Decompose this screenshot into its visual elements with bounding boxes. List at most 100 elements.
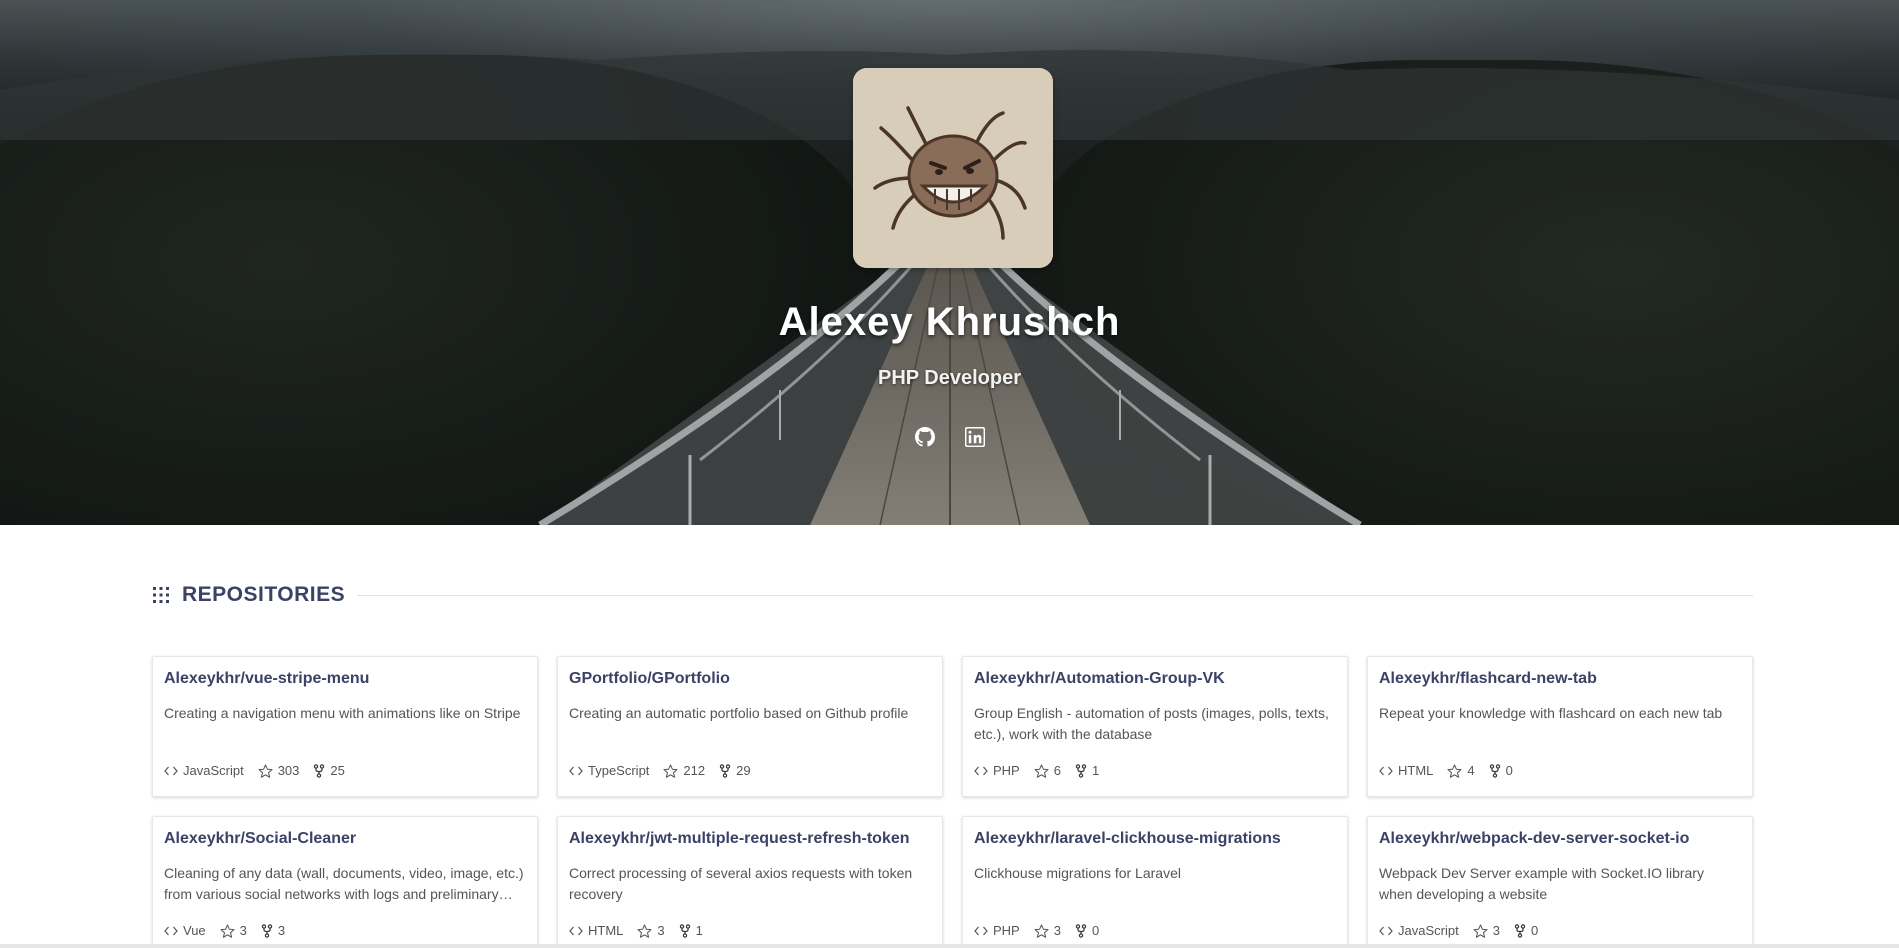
repository-description: Correct processing of several axios requ… (569, 865, 913, 902)
forks: 0 (1075, 923, 1099, 938)
language: HTML (569, 923, 623, 938)
repository-description: Group English - automation of posts (ima… (974, 705, 1329, 742)
star-icon (663, 763, 678, 778)
code-icon (1379, 766, 1393, 775)
avatar (853, 68, 1053, 268)
repository-title[interactable]: Alexeykhr/jwt-multiple-request-refresh-t… (569, 829, 930, 849)
stars: 303 (258, 763, 300, 778)
forks: 25 (313, 763, 345, 778)
grid-dots-icon (153, 587, 169, 603)
forks-count: 25 (330, 763, 345, 778)
code-icon (974, 766, 988, 775)
language: JavaScript (1379, 923, 1459, 938)
repository-description: Cleaning of any data (wall, documents, v… (164, 865, 524, 902)
repository-title[interactable]: Alexeykhr/Social-Cleaner (164, 829, 525, 849)
language-label: HTML (588, 923, 624, 938)
star-icon (1034, 923, 1049, 938)
profile-name: Alexey Khrushch (778, 300, 1121, 344)
bottom-scroll-edge (0, 944, 1899, 948)
language-label: JavaScript (183, 763, 244, 778)
fork-icon (1075, 923, 1087, 938)
language: TypeScript (569, 763, 649, 778)
language: PHP (974, 923, 1020, 938)
forks-count: 1 (1091, 763, 1100, 778)
repository-card[interactable]: Alexeykhr/vue-stripe-menu Creating a nav… (152, 656, 538, 797)
stars-count: 4 (1467, 763, 1475, 778)
repository-card[interactable]: Alexeykhr/webpack-dev-server-socket-io W… (1367, 816, 1753, 948)
repository-card[interactable]: Alexeykhr/Automation-Group-VK Group Engl… (962, 656, 1348, 797)
repository-card[interactable]: Alexeykhr/Social-Cleaner Cleaning of any… (152, 816, 538, 948)
forks-count: 1 (695, 923, 703, 938)
code-icon (569, 766, 583, 775)
fork-icon (1514, 923, 1526, 938)
spider-avatar-icon (853, 68, 1053, 268)
repository-card[interactable]: GPortfolio/GPortfolio Creating an automa… (557, 656, 943, 797)
star-icon (637, 923, 652, 938)
code-icon (569, 926, 583, 935)
repository-meta: HTML 3 1 (569, 923, 717, 938)
forks: 1 (679, 923, 703, 938)
forks: 1 (1075, 763, 1099, 778)
stars-count: 3 (657, 923, 665, 938)
star-icon (220, 923, 235, 938)
language: JavaScript (164, 763, 244, 778)
language-label: HTML (1398, 763, 1434, 778)
section-title: REPOSITORIES (182, 583, 346, 606)
repository-card[interactable]: Alexeykhr/laravel-clickhouse-migrations … (962, 816, 1348, 948)
code-icon (974, 926, 988, 935)
repository-title[interactable]: Alexeykhr/vue-stripe-menu (164, 669, 525, 689)
repository-description: Clickhouse migrations for Laravel (974, 865, 1181, 881)
language: Vue (164, 923, 206, 938)
stars: 4 (1447, 763, 1475, 778)
star-icon (1034, 763, 1049, 778)
repository-meta: PHP 3 0 (974, 923, 1113, 938)
forks-count: 29 (736, 763, 751, 778)
repository-title[interactable]: Alexeykhr/webpack-dev-server-socket-io (1379, 829, 1740, 849)
social-links (0, 426, 1899, 448)
github-icon (914, 427, 935, 447)
fork-icon (314, 763, 325, 778)
repository-title[interactable]: Alexeykhr/laravel-clickhouse-migrations (974, 829, 1335, 849)
repository-card[interactable]: Alexeykhr/flashcard-new-tab Repeat your … (1367, 656, 1753, 797)
repository-meta: PHP 6 1 (974, 763, 1113, 778)
repository-meta: HTML 4 0 (1379, 763, 1527, 778)
repository-meta: JavaScript 3 0 (1379, 923, 1552, 938)
repository-title[interactable]: Alexeykhr/Automation-Group-VK (974, 669, 1335, 689)
stars-count: 303 (277, 763, 300, 778)
repository-description: Repeat your knowledge with flashcard on … (1379, 705, 1723, 721)
repository-meta: TypeScript 212 29 (569, 763, 765, 778)
repository-title[interactable]: Alexeykhr/flashcard-new-tab (1379, 669, 1740, 689)
stars-count: 3 (239, 923, 247, 938)
linkedin-icon (964, 426, 985, 448)
repository-meta: Vue 3 3 (164, 923, 299, 938)
star-icon (1447, 763, 1462, 778)
github-link[interactable] (914, 427, 935, 447)
stars-count: 212 (683, 763, 706, 778)
fork-icon (1075, 763, 1087, 778)
repository-card[interactable]: Alexeykhr/jwt-multiple-request-refresh-t… (557, 816, 943, 948)
stars-count: 6 (1053, 763, 1061, 778)
language: PHP (974, 763, 1020, 778)
forks: 0 (1489, 763, 1513, 778)
hero-banner: Alexey Khrushch PHP Developer (0, 0, 1899, 525)
repository-list: Alexeykhr/vue-stripe-menu Creating a nav… (152, 656, 1753, 948)
forks-count: 0 (1091, 923, 1100, 938)
language-label: PHP (993, 923, 1020, 938)
stars-count: 3 (1053, 923, 1061, 938)
stars: 6 (1034, 763, 1061, 778)
stars: 3 (637, 923, 665, 938)
fork-icon (719, 763, 731, 778)
repository-description: Creating a navigation menu with animatio… (164, 705, 521, 721)
repository-description: Creating an automatic portfolio based on… (569, 705, 909, 721)
repository-title[interactable]: GPortfolio/GPortfolio (569, 669, 930, 689)
language: HTML (1379, 763, 1433, 778)
repository-meta: JavaScript 303 25 (164, 763, 359, 778)
stars: 3 (220, 923, 247, 938)
language-label: TypeScript (588, 763, 650, 778)
repositories-header: REPOSITORIES (152, 580, 1753, 610)
stars: 3 (1473, 923, 1500, 938)
linkedin-link[interactable] (964, 426, 985, 448)
forks-count: 0 (1505, 763, 1513, 778)
fork-icon (1489, 763, 1500, 778)
star-icon (1473, 923, 1488, 938)
